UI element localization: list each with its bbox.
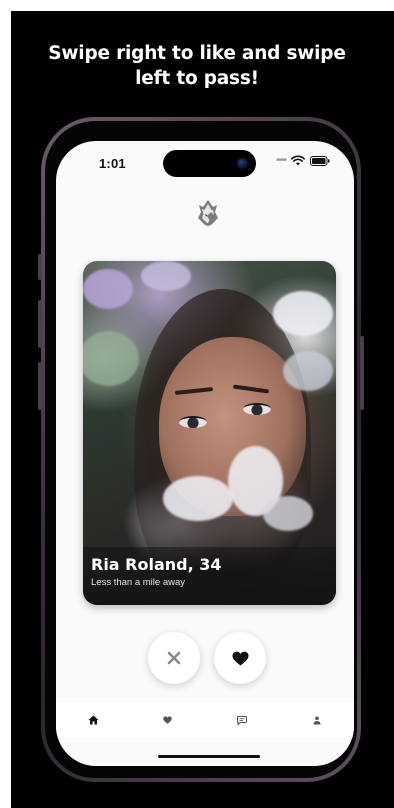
profile-name-age: Ria Roland, 34 [91, 555, 222, 574]
phone-volume-up [38, 300, 42, 348]
profile-distance: Less than a mile away [91, 577, 185, 588]
phone-silent-switch [38, 254, 42, 280]
front-camera [237, 158, 248, 169]
phone-volume-down [38, 362, 42, 410]
home-indicator[interactable] [158, 755, 260, 758]
photo-eye-right [243, 403, 271, 415]
photo-leaf [283, 351, 333, 391]
status-icons: •••• [276, 155, 330, 166]
profile-info-overlay: Ria Roland, 34 Less than a mile away [83, 547, 336, 605]
fox-logo-icon [198, 200, 218, 226]
tab-profile[interactable] [280, 702, 355, 738]
tab-messages[interactable] [205, 702, 280, 738]
tab-likes[interactable] [131, 702, 206, 738]
headline-line-2: left to pass! [135, 68, 259, 89]
heart-icon [232, 651, 248, 665]
photo-eye-left [179, 416, 207, 428]
chat-icon [237, 715, 248, 725]
tab-home[interactable] [56, 702, 131, 738]
app-screen: 1:01 •••• Ria Roland, 34 Less than a mil… [56, 141, 354, 766]
photo-blossom [263, 496, 313, 531]
dynamic-island [163, 150, 256, 177]
home-icon [88, 715, 99, 725]
photo-blossom [83, 269, 133, 309]
wifi-icon [291, 155, 305, 166]
like-button[interactable] [214, 632, 266, 684]
photo-leaf [83, 331, 139, 386]
photo-blossom [273, 291, 333, 336]
profile-card[interactable]: Ria Roland, 34 Less than a mile away [83, 261, 336, 605]
headline-line-1: Swipe right to like and swipe [48, 43, 346, 64]
person-icon [313, 716, 321, 724]
heart-icon [163, 716, 172, 724]
battery-icon [310, 155, 330, 166]
photo-blossom [163, 476, 233, 521]
promo-headline: Swipe right to like and swipe left to pa… [11, 41, 383, 91]
status-time: 1:01 [99, 156, 126, 171]
photo-blossom [141, 261, 191, 291]
signal-dots-icon: •••• [275, 155, 287, 166]
bottom-tab-bar [56, 702, 354, 738]
close-icon [167, 651, 181, 665]
pass-button[interactable] [148, 632, 200, 684]
phone-power-button [360, 336, 364, 410]
